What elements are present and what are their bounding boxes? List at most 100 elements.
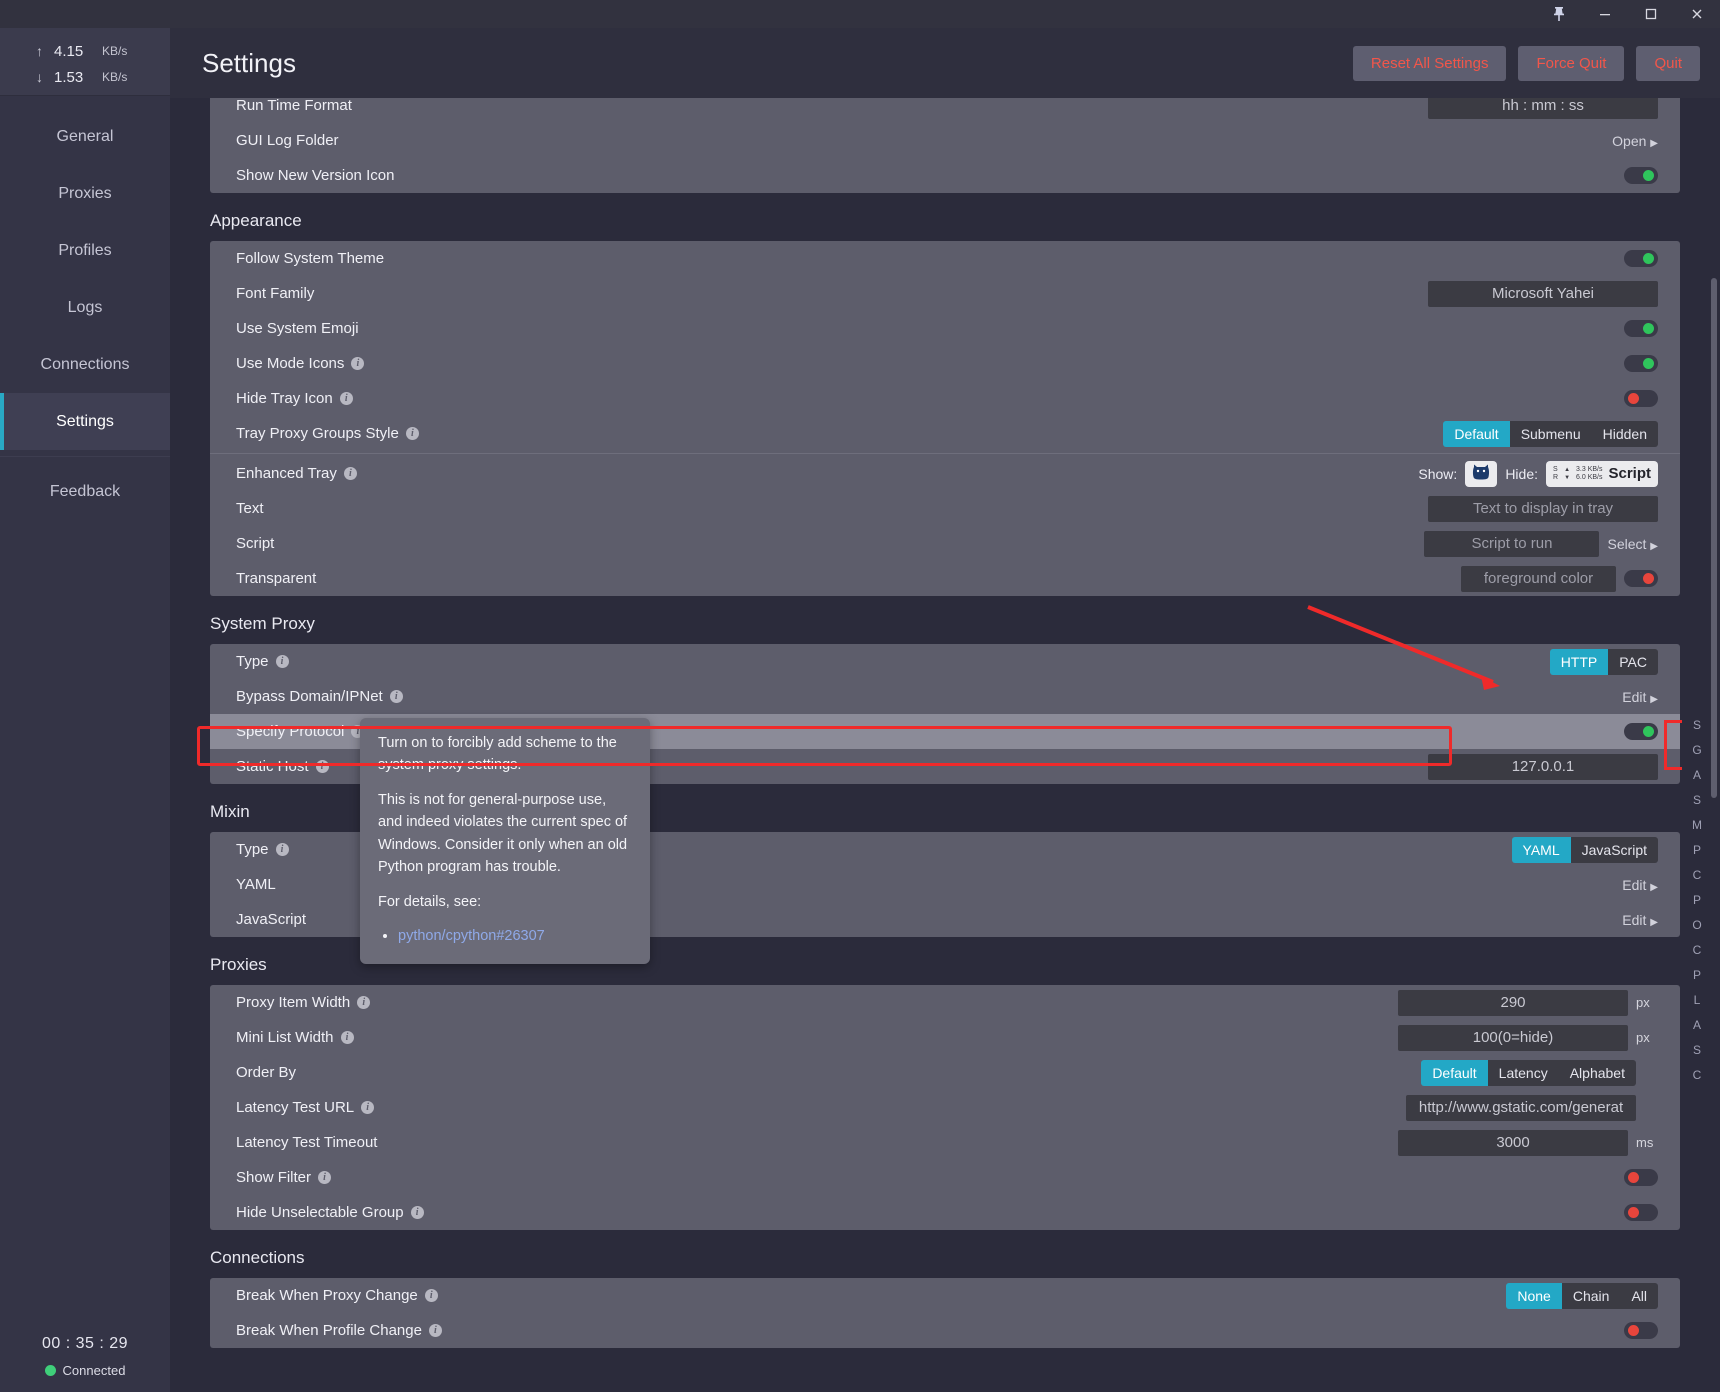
- system-proxy-type-segmented[interactable]: HTTP PAC: [1549, 648, 1658, 675]
- row-show-new-version-icon[interactable]: Show New Version Icon: [210, 158, 1680, 193]
- proxy-item-width-input[interactable]: 290: [1398, 989, 1628, 1016]
- transparent-color-toggle[interactable]: [1624, 570, 1658, 587]
- close-button[interactable]: [1674, 0, 1720, 28]
- segment-pac[interactable]: PAC: [1608, 648, 1658, 675]
- reset-all-settings-button[interactable]: Reset All Settings: [1352, 45, 1507, 81]
- break-when-profile-change-toggle[interactable]: [1624, 1322, 1658, 1339]
- row-enhanced-tray[interactable]: Enhanced Tray i Show: Hide: S R ▲ ▼ 3.3 …: [210, 456, 1680, 491]
- segment-chain[interactable]: Chain: [1561, 1282, 1621, 1309]
- row-latency-test-timeout[interactable]: Latency Test Timeout 3000 ms: [210, 1125, 1680, 1160]
- index-letter[interactable]: S: [1693, 1038, 1701, 1063]
- row-run-time-format[interactable]: Run Time Format hh : mm : ss: [210, 98, 1680, 123]
- info-icon[interactable]: i: [275, 843, 289, 856]
- force-quit-button[interactable]: Force Quit: [1518, 45, 1625, 81]
- sidebar-item-connections[interactable]: Connections: [0, 336, 170, 393]
- segment-default[interactable]: Default: [1421, 1059, 1488, 1086]
- row-tray-script[interactable]: Script Script to run Select ▶: [210, 526, 1680, 561]
- index-letter[interactable]: P: [1693, 963, 1701, 988]
- row-hide-tray-icon[interactable]: Hide Tray Icon i: [210, 381, 1680, 416]
- index-letter[interactable]: A: [1693, 763, 1701, 788]
- pin-icon[interactable]: [1536, 0, 1582, 28]
- info-icon[interactable]: i: [424, 1289, 438, 1302]
- mixin-yaml-edit-link[interactable]: Edit ▶: [1622, 877, 1658, 893]
- row-bypass-domain[interactable]: Bypass Domain/IPNet i Edit ▶: [210, 679, 1680, 714]
- row-transparent[interactable]: Transparent foreground color: [210, 561, 1680, 596]
- hide-unselectable-group-toggle[interactable]: [1624, 1204, 1658, 1221]
- segment-alphabet[interactable]: Alphabet: [1558, 1059, 1636, 1086]
- maximize-button[interactable]: [1628, 0, 1674, 28]
- index-letter[interactable]: O: [1692, 913, 1701, 938]
- row-font-family[interactable]: Font Family Microsoft Yahei: [210, 276, 1680, 311]
- row-latency-test-url[interactable]: Latency Test URL i http://www.gstatic.com…: [210, 1090, 1680, 1125]
- break-when-proxy-change-segmented[interactable]: None Chain All: [1506, 1282, 1658, 1309]
- info-icon[interactable]: i: [343, 467, 357, 480]
- static-host-input[interactable]: 127.0.0.1: [1428, 753, 1658, 780]
- row-show-filter[interactable]: Show Filter i: [210, 1160, 1680, 1195]
- use-system-emoji-toggle[interactable]: [1624, 320, 1658, 337]
- vertical-scrollbar[interactable]: [1711, 278, 1717, 798]
- open-log-folder-link[interactable]: Open ▶: [1612, 133, 1658, 149]
- follow-system-theme-toggle[interactable]: [1624, 250, 1658, 267]
- info-icon[interactable]: i: [315, 760, 329, 773]
- row-hide-unselectable-group[interactable]: Hide Unselectable Group i: [210, 1195, 1680, 1230]
- tray-script-input[interactable]: Script to run: [1424, 530, 1600, 557]
- sidebar-item-general[interactable]: General: [0, 108, 170, 165]
- alphabet-index-strip[interactable]: S G A S M P C P O C P L A S C: [1688, 713, 1706, 1088]
- index-letter[interactable]: G: [1692, 738, 1701, 763]
- info-icon[interactable]: i: [389, 690, 403, 703]
- index-letter[interactable]: P: [1693, 838, 1701, 863]
- use-mode-icons-toggle[interactable]: [1624, 355, 1658, 372]
- row-tray-text[interactable]: Text Text to display in tray: [210, 491, 1680, 526]
- sidebar-item-feedback[interactable]: Feedback: [0, 463, 170, 520]
- index-letter[interactable]: C: [1693, 1063, 1702, 1088]
- segment-latency[interactable]: Latency: [1487, 1059, 1559, 1086]
- bypass-edit-link[interactable]: Edit ▶: [1622, 689, 1658, 705]
- tray-text-input[interactable]: Text to display in tray: [1428, 495, 1658, 522]
- sidebar-item-settings[interactable]: Settings: [0, 393, 170, 450]
- info-icon[interactable]: i: [339, 392, 353, 405]
- specify-protocol-toggle[interactable]: [1624, 723, 1658, 740]
- info-icon[interactable]: i: [340, 1031, 354, 1044]
- segment-none[interactable]: None: [1506, 1282, 1562, 1309]
- index-letter[interactable]: C: [1693, 938, 1702, 963]
- index-letter[interactable]: M: [1692, 813, 1702, 838]
- segment-default[interactable]: Default: [1443, 420, 1510, 447]
- info-icon[interactable]: i: [357, 996, 371, 1009]
- order-by-segmented[interactable]: Default Latency Alphabet: [1421, 1059, 1636, 1086]
- row-break-when-proxy-change[interactable]: Break When Proxy Change i None Chain All: [210, 1278, 1680, 1313]
- index-letter[interactable]: S: [1693, 713, 1701, 738]
- segment-all[interactable]: All: [1620, 1282, 1658, 1309]
- enhanced-tray-hide-chip[interactable]: S R ▲ ▼ 3.3 KB/s 6.0 KB/s Script: [1546, 460, 1658, 487]
- latency-test-timeout-input[interactable]: 3000: [1398, 1129, 1628, 1156]
- sidebar-item-proxies[interactable]: Proxies: [0, 165, 170, 222]
- show-new-version-icon-toggle[interactable]: [1624, 167, 1658, 184]
- quit-button[interactable]: Quit: [1636, 45, 1700, 81]
- row-gui-log-folder[interactable]: GUI Log Folder Open ▶: [210, 123, 1680, 158]
- index-letter[interactable]: L: [1694, 988, 1701, 1013]
- index-letter[interactable]: C: [1693, 863, 1702, 888]
- run-time-format-input[interactable]: hh : mm : ss: [1428, 98, 1658, 119]
- row-order-by[interactable]: Order By Default Latency Alphabet: [210, 1055, 1680, 1090]
- row-follow-system-theme[interactable]: Follow System Theme: [210, 241, 1680, 276]
- font-family-input[interactable]: Microsoft Yahei: [1428, 280, 1658, 307]
- sidebar-item-logs[interactable]: Logs: [0, 279, 170, 336]
- show-filter-toggle[interactable]: [1624, 1169, 1658, 1186]
- info-icon[interactable]: i: [428, 1324, 442, 1337]
- row-use-mode-icons[interactable]: Use Mode Icons i: [210, 346, 1680, 381]
- row-use-system-emoji[interactable]: Use System Emoji: [210, 311, 1680, 346]
- segment-http[interactable]: HTTP: [1549, 648, 1609, 675]
- info-icon[interactable]: i: [275, 655, 289, 668]
- info-icon[interactable]: i: [405, 427, 419, 440]
- segment-yaml[interactable]: YAML: [1511, 836, 1571, 863]
- segment-javascript[interactable]: JavaScript: [1570, 836, 1658, 863]
- row-mini-list-width[interactable]: Mini List Width i 100(0=hide) px: [210, 1020, 1680, 1055]
- row-proxy-item-width[interactable]: Proxy Item Width i 290 px: [210, 985, 1680, 1020]
- minimize-button[interactable]: [1582, 0, 1628, 28]
- info-icon[interactable]: i: [361, 1101, 375, 1114]
- index-letter[interactable]: A: [1693, 1013, 1701, 1038]
- info-icon[interactable]: i: [351, 357, 365, 370]
- mini-list-width-input[interactable]: 100(0=hide): [1398, 1024, 1628, 1051]
- info-icon[interactable]: i: [410, 1206, 424, 1219]
- row-tray-proxy-groups-style[interactable]: Tray Proxy Groups Style i Default Submenu…: [210, 416, 1680, 451]
- mixin-js-edit-link[interactable]: Edit ▶: [1622, 912, 1658, 928]
